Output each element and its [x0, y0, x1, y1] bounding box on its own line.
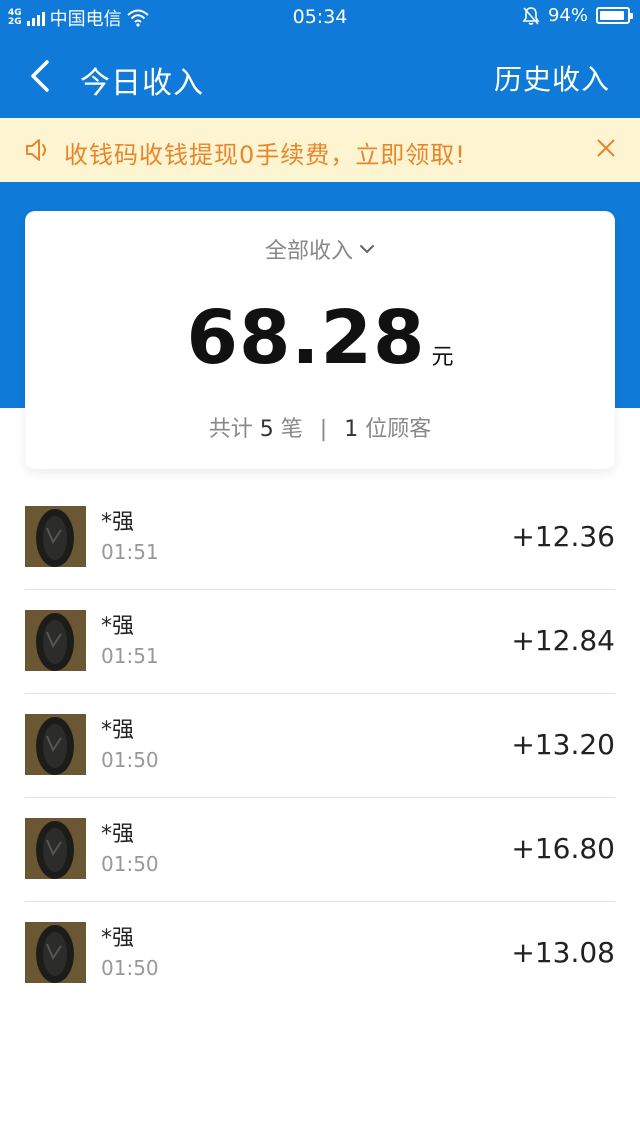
income-filter-label: 全部收入	[264, 239, 353, 264]
bell-muted-icon	[522, 6, 540, 25]
count-prefix: 共计	[208, 417, 253, 442]
transaction-name: *强	[101, 718, 135, 743]
title-bar: 今日收入 历史收入	[0, 34, 640, 118]
stats-separator: |	[319, 417, 328, 442]
transaction-count: 5	[259, 417, 274, 442]
transaction-amount: +12.36	[511, 520, 615, 553]
status-right: 94%	[522, 5, 633, 26]
history-income-button[interactable]: 历史收入	[494, 58, 610, 98]
back-button[interactable]	[20, 54, 60, 98]
transaction-row[interactable]: *强 01:50 +13.08	[25, 902, 615, 1006]
page-title: 今日收入	[80, 66, 204, 101]
transaction-name: *强	[101, 614, 135, 639]
speaker-icon	[26, 139, 46, 161]
transaction-list: *强 01:51 +12.36 *强 01:51 +12.84 *强 01:50…	[0, 486, 640, 1006]
battery-icon	[596, 7, 633, 24]
customer-count: 1	[344, 417, 359, 442]
count-unit: 笔	[280, 417, 303, 442]
battery-fill	[600, 11, 625, 20]
customer-label: 位顾客	[365, 417, 432, 442]
income-filter-dropdown[interactable]: 全部收入	[25, 233, 615, 265]
transaction-name: *强	[101, 510, 135, 535]
transaction-time: 01:50	[101, 956, 159, 980]
chevron-left-icon	[31, 60, 49, 92]
close-icon[interactable]	[594, 136, 618, 160]
notice-text: 收钱码收钱提现0手续费，立即领取!	[64, 141, 466, 169]
transaction-row[interactable]: *强 01:51 +12.84	[25, 590, 615, 694]
transaction-name: *强	[101, 926, 135, 951]
transaction-time: 01:51	[101, 644, 159, 668]
transaction-amount: +13.08	[511, 936, 615, 969]
transaction-row[interactable]: *强 01:50 +13.20	[25, 694, 615, 798]
status-bar: 4G 2G 中国电信 05:34 94%	[0, 0, 640, 34]
transaction-amount: +13.20	[511, 728, 615, 761]
transaction-amount: +16.80	[511, 832, 615, 865]
transaction-row[interactable]: *强 01:50 +16.80	[25, 798, 615, 902]
transaction-amount: +12.84	[511, 624, 615, 657]
avatar	[25, 714, 86, 775]
total-unit: 元	[431, 345, 454, 370]
avatar	[25, 818, 86, 879]
avatar	[25, 610, 86, 671]
transaction-time: 01:50	[101, 748, 159, 772]
transaction-time: 01:51	[101, 540, 159, 564]
transaction-stats: 共计 5 笔 | 1 位顾客	[25, 411, 615, 443]
avatar	[25, 922, 86, 983]
battery-percent: 94%	[547, 5, 588, 26]
transaction-name: *强	[101, 822, 135, 847]
total-amount: 68.28	[186, 295, 426, 381]
transaction-time: 01:50	[101, 852, 159, 876]
promo-notice-banner[interactable]: 收钱码收钱提现0手续费，立即领取!	[0, 118, 640, 182]
income-summary-card: 全部收入 68.28 元 共计 5 笔 | 1 位顾客	[25, 211, 615, 469]
total-amount-row: 68.28 元	[25, 293, 615, 383]
transaction-row[interactable]: *强 01:51 +12.36	[25, 486, 615, 590]
chevron-down-icon	[360, 245, 374, 253]
avatar	[25, 506, 86, 567]
